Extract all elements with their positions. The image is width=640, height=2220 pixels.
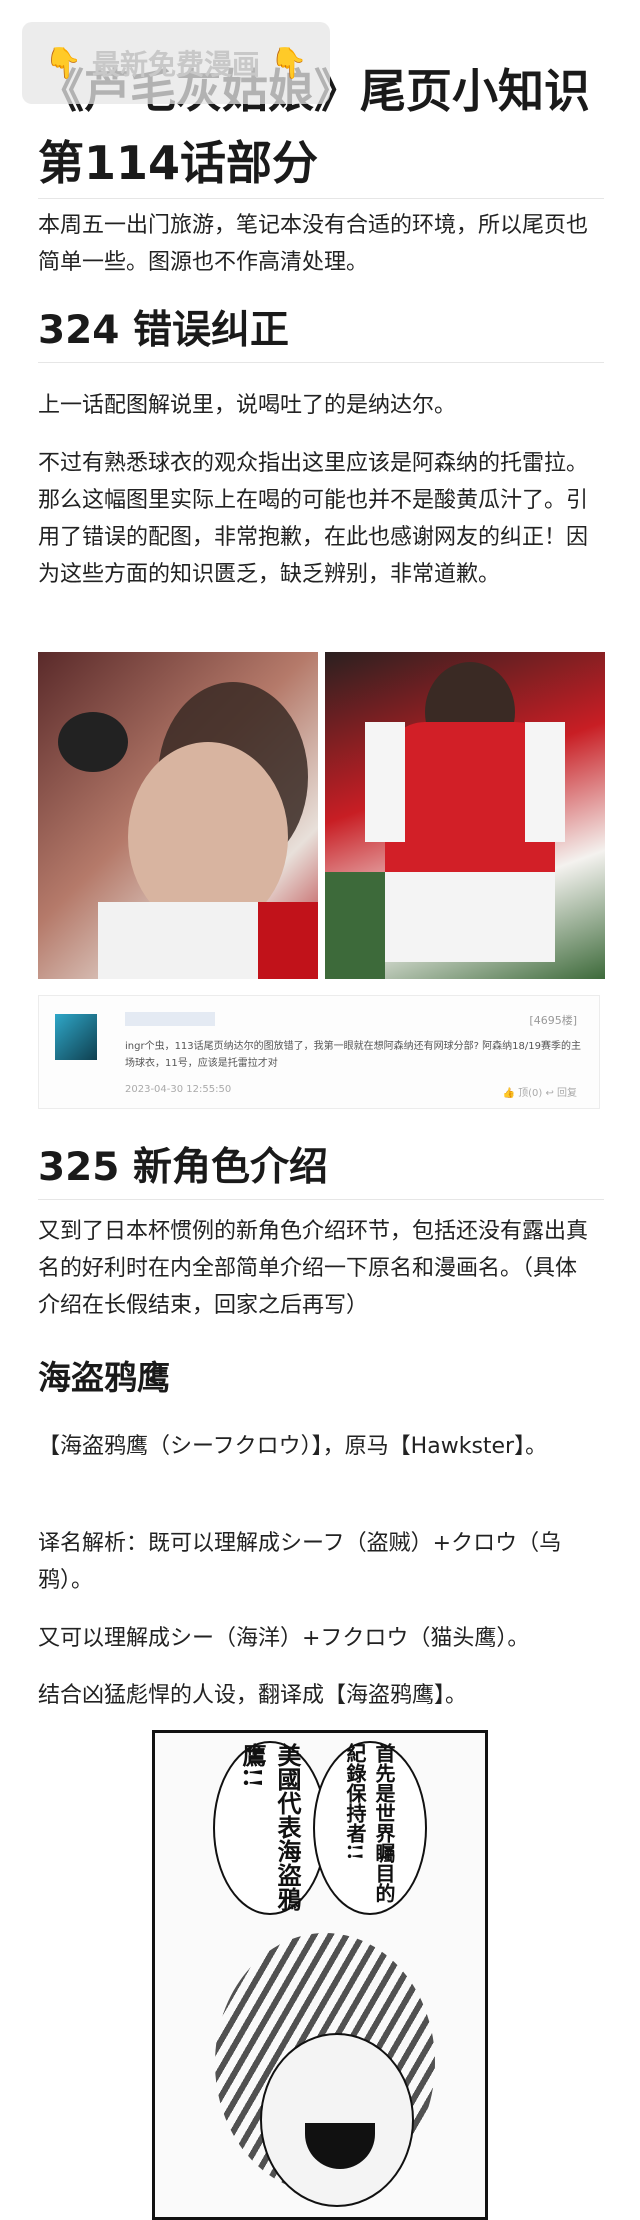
section-divider xyxy=(38,362,604,363)
watermark-text: 最新免费漫画 xyxy=(91,48,260,81)
comment-timestamp: 2023-04-30 12:55:50 xyxy=(125,1084,232,1095)
comment-actions: 👍 顶(0) ↩ 回复 xyxy=(502,1088,577,1099)
pointing-down-hand-icon: 👇 xyxy=(44,45,82,81)
football-player-photo xyxy=(38,652,318,979)
manga-panel: 美國代表海盜鴉鷹!! 首先是世界矚目的紀錄保持者!! xyxy=(152,1730,488,2220)
comment-screenshot: [4695楼] ingr个虫，113话尾页纳达尔的图放错了，我第一眼就在想阿森纳… xyxy=(38,995,600,1109)
paragraph: 又到了日本杯惯例的新角色介绍环节，包括还没有露出真名的好利时在内全部简单介绍一下… xyxy=(38,1219,589,1318)
paragraph: 译名解析：既可以理解成シーフ（盗贼）+クロウ（乌鸦）。 xyxy=(38,1531,562,1593)
floor-number: [4695楼] xyxy=(529,1014,577,1027)
watermark: 👇 最新免费漫画 👇 xyxy=(22,22,330,104)
section-heading-325: 325 新角色介绍 xyxy=(38,1145,328,1190)
section-divider xyxy=(38,1199,604,1200)
comment-text: ingr个虫，113话尾页纳达尔的图放错了，我第一眼就在想阿森纳还有网球分部? … xyxy=(125,1041,581,1069)
speech-bubble: 首先是世界矚目的紀錄保持者!! xyxy=(313,1741,427,1915)
paragraph: 上一话配图解说里，说喝吐了的是纳达尔。 xyxy=(38,393,457,418)
pointing-down-hand-icon: 👇 xyxy=(270,45,308,81)
subsection-heading: 海盗鸦鹰 xyxy=(38,1358,170,1397)
title-divider xyxy=(38,198,604,199)
intro-paragraph: 本周五一出门旅游，笔记本没有合适的环境，所以尾页也简单一些。图源也不作高清处理。 xyxy=(38,213,589,275)
blurred-username xyxy=(125,1012,215,1026)
avatar xyxy=(55,1014,97,1060)
football-player-photo xyxy=(325,652,605,979)
section-heading-324: 324 错误纠正 xyxy=(38,308,289,353)
paragraph: 【海盗鸦鹰（シーフクロウ）】，原马【Hawkster】。 xyxy=(38,1434,548,1459)
paragraph: 不过有熟悉球衣的观众指出这里应该是阿森纳的托雷拉。那么这幅图里实际上在喝的可能也… xyxy=(38,451,589,587)
speech-bubble: 美國代表海盜鴉鷹!! xyxy=(213,1741,327,1915)
paragraph: 又可以理解成シー（海洋）+フクロウ（猫头鹰）。 xyxy=(38,1626,530,1651)
paragraph: 结合凶猛彪悍的人设，翻译成【海盗鸦鹰】。 xyxy=(38,1683,468,1708)
